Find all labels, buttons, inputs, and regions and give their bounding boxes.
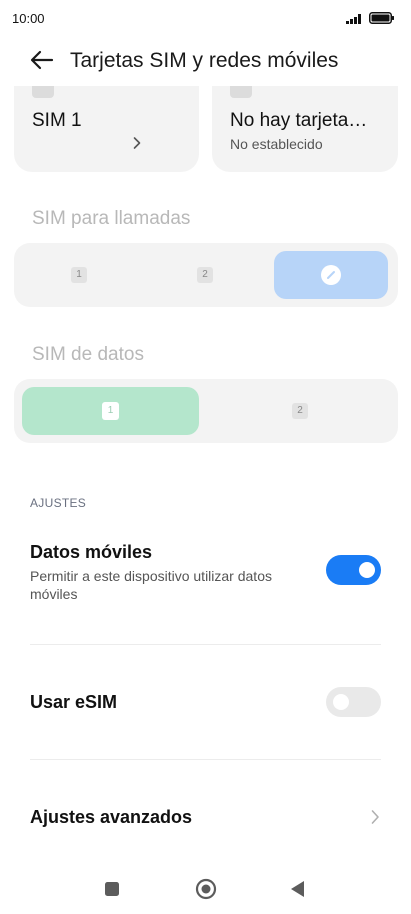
back-arrow-icon[interactable] xyxy=(28,48,56,72)
esim-title: Usar eSIM xyxy=(30,692,118,712)
data-option-sim-1[interactable]: 1 xyxy=(22,387,199,435)
sim-1-icon: 1 xyxy=(71,267,87,283)
sim-card-status: No establecido xyxy=(230,136,323,152)
divider xyxy=(30,644,381,645)
mobile-data-title: Datos móviles xyxy=(30,542,153,562)
sim-card-2[interactable]: No hay tarjeta… No establecido xyxy=(212,86,398,172)
sim-chip-icon xyxy=(32,86,54,98)
signal-icon xyxy=(346,14,361,24)
sim-card-1[interactable]: SIM 1 xyxy=(14,86,199,172)
mobile-data-toggle[interactable] xyxy=(326,555,381,585)
back-icon[interactable] xyxy=(289,880,305,898)
calls-option-ask[interactable] xyxy=(274,251,388,299)
recents-icon[interactable] xyxy=(104,881,120,897)
status-time: 10:00 xyxy=(12,11,45,26)
edit-icon xyxy=(321,265,341,285)
status-bar: 10:00 xyxy=(0,0,411,36)
data-sim-selector: 1 2 xyxy=(14,379,398,443)
chevron-right-icon xyxy=(133,137,141,149)
sim-2-icon: 2 xyxy=(197,267,213,283)
calls-option-sim-2[interactable]: 2 xyxy=(144,251,266,299)
chevron-right-icon[interactable] xyxy=(370,808,380,826)
app-header: Tarjetas SIM y redes móviles xyxy=(0,40,411,82)
advanced-settings-title[interactable]: Ajustes avanzados xyxy=(30,807,192,828)
sim-card-name: No hay tarjeta… xyxy=(230,110,368,131)
sim-card-name: SIM 1 xyxy=(32,110,82,131)
page-title: Tarjetas SIM y redes móviles xyxy=(70,49,339,72)
calls-sim-label: SIM para llamadas xyxy=(32,208,191,229)
toggle-knob xyxy=(359,562,375,578)
esim-toggle[interactable] xyxy=(326,687,381,717)
calls-option-sim-1[interactable]: 1 xyxy=(18,251,140,299)
navigation-bar xyxy=(0,872,411,908)
data-sim-label: SIM de datos xyxy=(32,344,144,365)
calls-sim-selector: 1 2 xyxy=(14,243,398,307)
toggle-knob xyxy=(333,694,349,710)
sim-1-icon: 1 xyxy=(102,402,119,420)
mobile-data-subtitle: Permitir a este dispositivo utilizar dat… xyxy=(30,568,272,602)
sim-chip-icon xyxy=(230,86,252,98)
settings-section-header: AJUSTES xyxy=(30,496,87,510)
sim-2-icon: 2 xyxy=(292,403,308,419)
home-icon[interactable] xyxy=(195,878,217,900)
data-option-sim-2[interactable]: 2 xyxy=(214,387,390,435)
divider xyxy=(30,759,381,760)
battery-icon xyxy=(369,12,394,24)
